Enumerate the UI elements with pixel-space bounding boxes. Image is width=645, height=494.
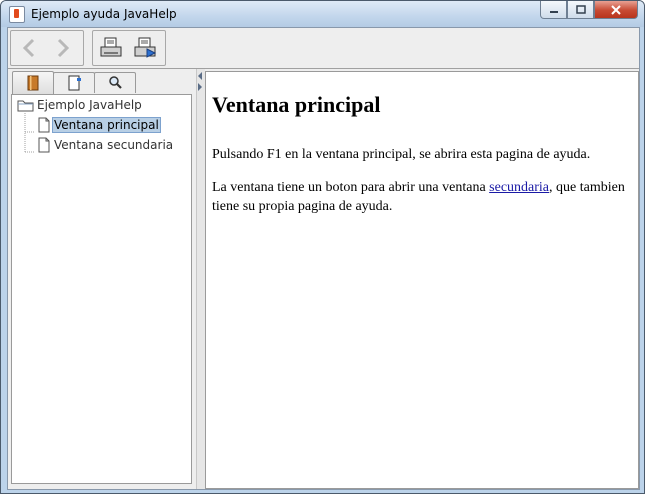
folder-icon	[17, 100, 34, 112]
close-button[interactable]	[594, 1, 638, 19]
arrow-left-icon	[22, 38, 35, 58]
tree-root-label: Ejemplo JavaHelp	[37, 98, 142, 112]
tree-root[interactable]: Ejemplo JavaHelp	[17, 96, 144, 114]
printer-icon	[100, 37, 122, 57]
tree-item-ventana-principal[interactable]: Ventana principal	[36, 116, 161, 134]
maximize-icon	[575, 4, 586, 14]
print-button-group	[92, 30, 166, 66]
magnifier-icon	[109, 76, 122, 89]
maximize-button[interactable]	[567, 1, 594, 19]
tab-toc[interactable]	[12, 71, 54, 94]
tab-index[interactable]	[53, 72, 95, 93]
window-controls	[540, 1, 638, 19]
index-book-icon	[68, 75, 81, 91]
minimize-button[interactable]	[540, 1, 567, 19]
expand-right-arrow-icon[interactable]	[198, 83, 202, 91]
client-area: Ejemplo JavaHelp Ventana principal Venta…	[7, 27, 640, 490]
toc-tree[interactable]: Ejemplo JavaHelp Ventana principal Venta…	[11, 94, 192, 484]
page-icon	[38, 137, 50, 153]
toolbar	[8, 28, 639, 69]
collapse-left-arrow-icon[interactable]	[198, 72, 202, 80]
page-icon	[38, 117, 50, 133]
close-icon	[611, 4, 621, 15]
secundaria-link[interactable]: secundaria	[489, 180, 549, 195]
back-button[interactable]	[13, 33, 45, 63]
book-icon	[27, 75, 39, 91]
navigator-pane: Ejemplo JavaHelp Ventana principal Venta…	[8, 69, 196, 489]
help-content-viewer[interactable]: Ventana principal Pulsando F1 en la vent…	[205, 71, 639, 489]
forward-button[interactable]	[47, 33, 79, 63]
page-setup-button[interactable]	[129, 33, 161, 63]
title-bar[interactable]: Ejemplo ayuda JavaHelp	[1, 1, 644, 27]
app-window: Ejemplo ayuda JavaHelp Ejemplo JavaHelp …	[0, 0, 645, 494]
page-title: Ventana principal	[212, 92, 381, 117]
tab-search[interactable]	[94, 72, 136, 93]
minimize-icon	[549, 10, 558, 13]
tree-item-label: Ventana secundaria	[54, 138, 174, 152]
tree-item-label: Ventana principal	[52, 117, 161, 133]
content-paragraph-2: La ventana tiene un boton para abrir una…	[212, 178, 632, 216]
pane-splitter[interactable]	[196, 69, 205, 489]
content-paragraph-1: Pulsando F1 en la ventana principal, se …	[212, 147, 591, 162]
print-button[interactable]	[95, 33, 127, 63]
arrow-right-icon	[57, 38, 70, 58]
window-title: Ejemplo ayuda JavaHelp	[31, 7, 177, 21]
paragraph-2-text-start: La ventana tiene un boton para abrir una…	[212, 180, 490, 195]
java-cup-icon	[9, 6, 25, 23]
printer-setup-icon	[134, 37, 157, 58]
tree-item-ventana-secundaria[interactable]: Ventana secundaria	[36, 136, 175, 154]
navigation-button-group	[10, 30, 84, 66]
